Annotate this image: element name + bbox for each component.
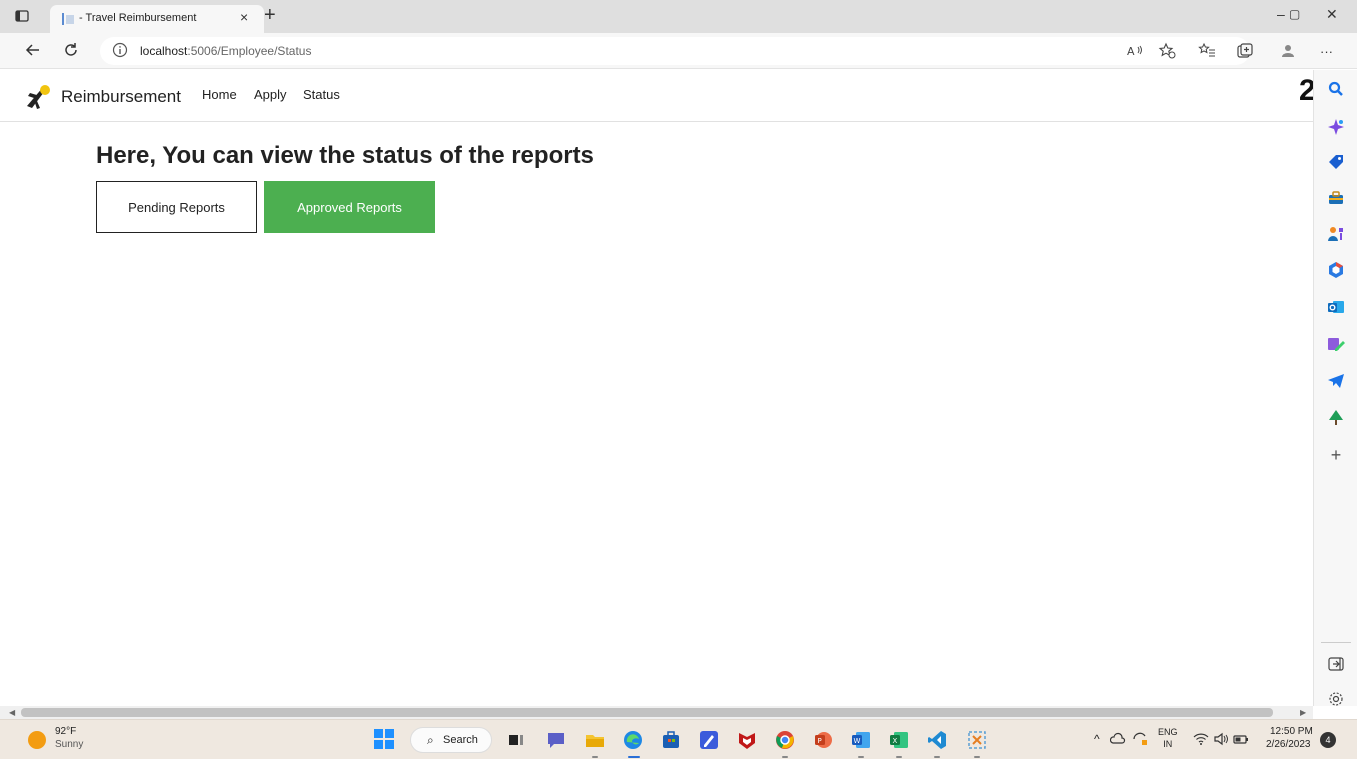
approved-reports-button[interactable]: Approved Reports xyxy=(264,181,435,233)
page-favicon-icon xyxy=(62,13,74,25)
outlook-icon[interactable] xyxy=(1327,298,1345,316)
taskbar-search[interactable]: ⌕ Search xyxy=(410,727,492,753)
browser-toolbar: localhost:5006/Employee/Status A ··· xyxy=(0,33,1357,69)
sun-icon[interactable] xyxy=(28,731,46,749)
more-options-icon[interactable]: ··· xyxy=(1320,43,1333,61)
copilot-icon[interactable] xyxy=(1327,118,1345,136)
tab-close-icon[interactable]: × xyxy=(240,10,248,24)
url-host: localhost xyxy=(140,44,188,58)
svg-text:W: W xyxy=(854,737,861,745)
chrome-icon[interactable] xyxy=(774,729,796,751)
windows-start-icon[interactable] xyxy=(374,729,394,749)
input-language[interactable]: ENG IN xyxy=(1158,726,1178,750)
vscode-icon[interactable] xyxy=(926,729,948,751)
tab-strip: - Travel Reimbursement × + – ▢ ✕ xyxy=(0,0,1357,33)
clock-date[interactable]: 2/26/2023 xyxy=(1266,739,1311,750)
profile-icon[interactable] xyxy=(1279,42,1297,60)
language-code: ENG xyxy=(1158,727,1178,737)
sync-icon[interactable] xyxy=(1132,732,1148,746)
address-bar[interactable]: localhost:5006/Employee/Status xyxy=(100,37,1250,65)
page-content: Reimbursement Home Apply Status 2 Here, … xyxy=(0,70,1313,706)
svg-text:X: X xyxy=(893,737,898,745)
url-text: localhost:5006/Employee/Status xyxy=(140,44,311,58)
telegram-icon[interactable] xyxy=(1327,372,1345,390)
running-indicator xyxy=(896,756,902,758)
settings-gear-icon[interactable] xyxy=(1327,690,1345,708)
running-indicator xyxy=(934,756,940,758)
read-aloud-icon[interactable]: A xyxy=(1126,42,1144,60)
mcafee-icon[interactable] xyxy=(736,729,758,751)
edge-browser-icon[interactable] xyxy=(622,729,644,751)
pen-app-icon[interactable] xyxy=(698,729,720,751)
browser-tab[interactable]: - Travel Reimbursement × xyxy=(50,5,264,33)
scrollbar-thumb[interactable] xyxy=(21,708,1273,717)
tools-icon[interactable] xyxy=(1327,189,1345,207)
teams-chat-icon[interactable] xyxy=(545,729,567,751)
url-path: :5006/Employee/Status xyxy=(187,44,312,58)
screen: - Travel Reimbursement × + – ▢ ✕ localho… xyxy=(0,0,1357,759)
pending-reports-button[interactable]: Pending Reports xyxy=(96,181,257,233)
office-icon[interactable] xyxy=(1327,261,1345,279)
new-tab-button[interactable]: + xyxy=(264,5,276,25)
svg-text:P: P xyxy=(818,737,822,745)
weather-condition[interactable]: Sunny xyxy=(55,739,83,750)
site-brand[interactable]: Reimbursement xyxy=(61,87,181,107)
airplane-logo-icon[interactable] xyxy=(24,81,52,111)
running-indicator xyxy=(858,756,864,758)
add-sidebar-app-button[interactable]: + xyxy=(1327,446,1345,464)
store-icon[interactable] xyxy=(660,729,682,751)
region-code: IN xyxy=(1163,739,1173,749)
add-favorite-icon[interactable] xyxy=(1158,42,1176,60)
excel-icon[interactable]: X xyxy=(888,729,910,751)
battery-icon[interactable] xyxy=(1233,732,1249,746)
clock-time[interactable]: 12:50 PM xyxy=(1270,726,1313,737)
restore-button[interactable]: ▢ xyxy=(1289,7,1300,21)
sidebar-divider xyxy=(1321,642,1351,643)
file-explorer-icon[interactable] xyxy=(584,729,606,751)
edge-sidebar: + xyxy=(1313,70,1357,706)
powerpoint-icon[interactable]: P xyxy=(812,729,834,751)
wifi-icon[interactable] xyxy=(1193,732,1209,746)
site-info-icon[interactable] xyxy=(112,42,128,58)
scroll-left-arrow-icon[interactable]: ◀ xyxy=(9,706,15,719)
tree-icon[interactable] xyxy=(1327,409,1345,427)
word-icon[interactable]: W xyxy=(850,729,872,751)
minimize-button[interactable]: – xyxy=(1277,7,1285,21)
snipping-tool-icon[interactable] xyxy=(966,729,988,751)
search-glyph-icon: ⌕ xyxy=(427,733,434,747)
games-icon[interactable] xyxy=(1327,225,1345,243)
search-icon[interactable] xyxy=(1327,80,1345,98)
scroll-right-arrow-icon[interactable]: ▶ xyxy=(1300,706,1306,719)
active-app-indicator xyxy=(628,756,640,758)
notification-badge[interactable]: 4 xyxy=(1320,732,1336,748)
onedrive-icon[interactable] xyxy=(1110,732,1126,746)
running-indicator xyxy=(782,756,788,758)
weather-temperature[interactable]: 92°F xyxy=(55,726,76,737)
running-indicator xyxy=(974,756,980,758)
svg-text:A: A xyxy=(1127,45,1135,58)
running-indicator xyxy=(592,756,598,758)
designer-icon[interactable] xyxy=(1327,335,1345,353)
task-view-icon[interactable] xyxy=(505,729,527,751)
nav-link-status[interactable]: Status xyxy=(303,87,340,102)
horizontal-scrollbar[interactable]: ◀ ▶ xyxy=(0,706,1313,719)
close-window-button[interactable]: ✕ xyxy=(1326,7,1338,21)
collections-icon[interactable] xyxy=(1236,42,1254,60)
tab-title: - Travel Reimbursement xyxy=(79,12,197,24)
refresh-icon[interactable] xyxy=(62,41,80,59)
hide-sidebar-icon[interactable] xyxy=(1327,655,1345,673)
back-arrow-icon[interactable] xyxy=(24,41,42,59)
tab-actions-icon[interactable] xyxy=(14,8,30,24)
show-hidden-icons-chevron-icon[interactable]: ^ xyxy=(1094,732,1100,746)
nav-link-home[interactable]: Home xyxy=(202,87,237,102)
taskbar-search-label: Search xyxy=(443,734,478,746)
page-title: Here, You can view the status of the rep… xyxy=(96,142,594,169)
volume-icon[interactable] xyxy=(1213,732,1229,746)
favorites-icon[interactable] xyxy=(1198,42,1216,60)
shopping-tag-icon[interactable] xyxy=(1327,153,1345,171)
windows-taskbar: 92°F Sunny ⌕ Search P W X ^ ENG IN 12:50… xyxy=(0,719,1357,759)
cut-off-avatar: 2 xyxy=(1299,74,1313,107)
site-navbar: Reimbursement Home Apply Status 2 xyxy=(0,70,1313,122)
nav-link-apply[interactable]: Apply xyxy=(254,87,287,102)
